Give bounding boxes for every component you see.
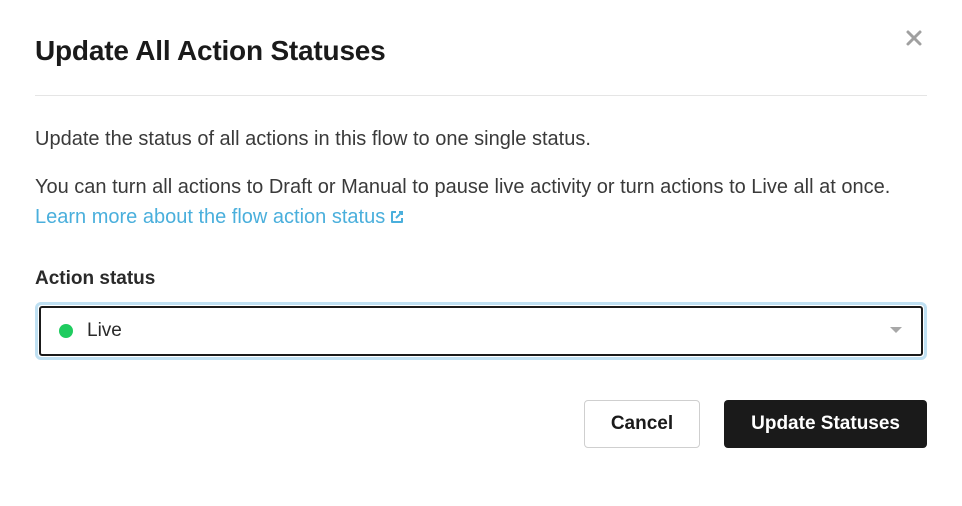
modal-footer: Cancel Update Statuses (35, 400, 927, 448)
close-icon (905, 29, 923, 47)
learn-more-label: Learn more about the flow action status (35, 206, 385, 228)
divider (35, 95, 927, 96)
select-focus-ring: Live (35, 302, 927, 360)
action-status-field: Action status Live (35, 268, 927, 360)
modal-header: Update All Action Statuses (35, 35, 927, 67)
cancel-button[interactable]: Cancel (584, 400, 700, 448)
select-value: Live (87, 320, 889, 342)
description-line-1: Update the status of all actions in this… (35, 124, 927, 154)
update-statuses-modal: Update All Action Statuses Update the st… (0, 0, 962, 478)
modal-description: Update the status of all actions in this… (35, 124, 927, 234)
chevron-down-icon (889, 322, 903, 340)
modal-title: Update All Action Statuses (35, 35, 386, 67)
status-dot-icon (59, 324, 73, 338)
external-link-icon (389, 204, 405, 234)
update-statuses-button[interactable]: Update Statuses (724, 400, 927, 448)
description-text: You can turn all actions to Draft or Man… (35, 176, 890, 198)
description-line-2: You can turn all actions to Draft or Man… (35, 172, 927, 234)
field-label: Action status (35, 268, 927, 290)
action-status-select[interactable]: Live (39, 306, 923, 356)
learn-more-link[interactable]: Learn more about the flow action status (35, 206, 405, 228)
close-button[interactable] (901, 29, 927, 51)
